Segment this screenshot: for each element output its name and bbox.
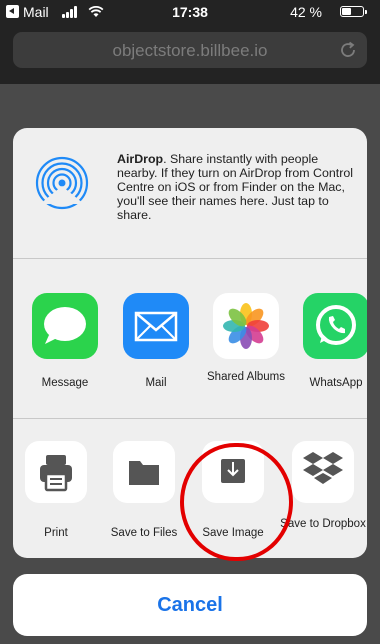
whatsapp-icon[interactable] bbox=[303, 293, 367, 359]
clock: 17:38 bbox=[172, 4, 208, 20]
share-app-label: Shared Albums bbox=[207, 371, 285, 383]
action-label: Save to Files bbox=[110, 527, 178, 539]
divider bbox=[13, 418, 367, 419]
cancel-button[interactable]: Cancel bbox=[13, 574, 367, 636]
airdrop-icon bbox=[35, 156, 89, 210]
battery-icon bbox=[340, 6, 367, 17]
url-text[interactable]: objectstore.billbee.io bbox=[13, 41, 367, 61]
reload-icon[interactable] bbox=[339, 41, 357, 59]
divider bbox=[13, 258, 367, 259]
highlight-circle bbox=[180, 443, 293, 561]
address-bar[interactable]: objectstore.billbee.io bbox=[13, 32, 367, 68]
share-apps-row: Message Mail Shared Albums WhatsApp bbox=[13, 293, 367, 403]
printer-icon[interactable] bbox=[25, 441, 87, 503]
messages-icon[interactable] bbox=[32, 293, 98, 359]
airdrop-title: AirDrop bbox=[117, 152, 164, 166]
airdrop-section[interactable]: AirDrop. Share instantly with people nea… bbox=[13, 128, 367, 258]
browser-toolbar: objectstore.billbee.io bbox=[0, 24, 380, 84]
airdrop-description: AirDrop. Share instantly with people nea… bbox=[117, 152, 353, 222]
share-app-label: Message bbox=[41, 377, 89, 389]
status-bar: Mail 17:38 42 % bbox=[0, 0, 380, 24]
share-app-label: WhatsApp bbox=[309, 377, 363, 389]
folder-icon[interactable] bbox=[113, 441, 175, 503]
battery-percent: 42 % bbox=[290, 4, 322, 20]
action-label: Print bbox=[44, 527, 68, 539]
dropbox-icon[interactable] bbox=[292, 441, 354, 503]
mail-icon[interactable] bbox=[123, 293, 189, 359]
share-app-label: Mail bbox=[145, 377, 167, 389]
photos-icon[interactable] bbox=[213, 293, 279, 359]
